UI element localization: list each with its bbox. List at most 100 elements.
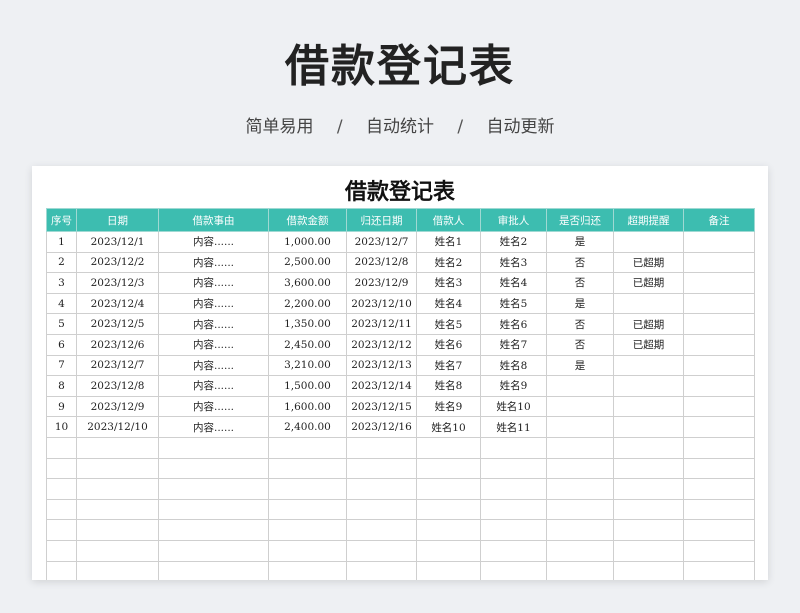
cell-col-return-date[interactable]: 2023/12/15: [346, 395, 417, 418]
cell-col-amount[interactable]: 2,400.00: [268, 416, 347, 438]
cell-col-approver[interactable]: 姓名4: [480, 272, 547, 294]
cell-col-index[interactable]: 7: [46, 354, 77, 377]
cell-col-reason[interactable]: [158, 498, 269, 521]
cell-col-borrower[interactable]: 姓名9: [416, 395, 481, 418]
cell-col-returned[interactable]: [546, 416, 614, 438]
cell-col-overdue[interactable]: [613, 539, 684, 562]
cell-col-reason[interactable]: 内容......: [158, 354, 269, 377]
cell-col-returned[interactable]: [546, 560, 614, 580]
cell-col-return-date[interactable]: [346, 560, 417, 580]
cell-col-overdue[interactable]: [613, 354, 684, 377]
cell-col-remark[interactable]: [683, 313, 755, 335]
cell-col-overdue[interactable]: [613, 560, 684, 580]
cell-col-date[interactable]: 2023/12/4: [76, 292, 159, 315]
cell-col-overdue[interactable]: [613, 231, 684, 253]
cell-col-index[interactable]: 6: [46, 333, 77, 356]
cell-col-reason[interactable]: 内容......: [158, 272, 269, 294]
cell-col-approver[interactable]: 姓名6: [480, 313, 547, 335]
cell-col-remark[interactable]: [683, 498, 755, 521]
cell-col-reason[interactable]: [158, 436, 269, 459]
cell-col-borrower[interactable]: 姓名6: [416, 333, 481, 356]
cell-col-approver[interactable]: [480, 560, 547, 580]
cell-col-return-date[interactable]: [346, 498, 417, 521]
cell-col-reason[interactable]: 内容......: [158, 416, 269, 438]
cell-col-index[interactable]: 10: [46, 416, 77, 438]
cell-col-returned[interactable]: 否: [546, 333, 614, 356]
cell-col-reason[interactable]: 内容......: [158, 375, 269, 397]
cell-col-index[interactable]: 3: [46, 272, 77, 294]
cell-col-index[interactable]: 8: [46, 375, 77, 397]
cell-col-borrower[interactable]: [416, 478, 481, 500]
cell-col-amount[interactable]: [268, 457, 347, 480]
cell-col-borrower[interactable]: 姓名1: [416, 231, 481, 253]
cell-col-reason[interactable]: 内容......: [158, 292, 269, 315]
cell-col-overdue[interactable]: [613, 478, 684, 500]
cell-col-amount[interactable]: 3,600.00: [268, 272, 347, 294]
cell-col-overdue[interactable]: 已超期: [613, 333, 684, 356]
cell-col-return-date[interactable]: [346, 519, 417, 541]
cell-col-approver[interactable]: 姓名3: [480, 251, 547, 274]
cell-col-approver[interactable]: 姓名11: [480, 416, 547, 438]
cell-col-return-date[interactable]: 2023/12/11: [346, 313, 417, 335]
cell-col-borrower[interactable]: [416, 457, 481, 480]
cell-col-returned[interactable]: [546, 375, 614, 397]
cell-col-return-date[interactable]: [346, 539, 417, 562]
cell-col-amount[interactable]: 3,210.00: [268, 354, 347, 377]
cell-col-reason[interactable]: 内容......: [158, 251, 269, 274]
cell-col-overdue[interactable]: [613, 395, 684, 418]
cell-col-remark[interactable]: [683, 519, 755, 541]
cell-col-return-date[interactable]: 2023/12/8: [346, 251, 417, 274]
cell-col-date[interactable]: [76, 436, 159, 459]
cell-col-return-date[interactable]: 2023/12/16: [346, 416, 417, 438]
cell-col-approver[interactable]: 姓名7: [480, 333, 547, 356]
cell-col-remark[interactable]: [683, 478, 755, 500]
cell-col-remark[interactable]: [683, 416, 755, 438]
cell-col-remark[interactable]: [683, 395, 755, 418]
cell-col-index[interactable]: [46, 478, 77, 500]
cell-col-borrower[interactable]: 姓名2: [416, 251, 481, 274]
cell-col-overdue[interactable]: [613, 292, 684, 315]
cell-col-borrower[interactable]: [416, 436, 481, 459]
cell-col-borrower[interactable]: 姓名5: [416, 313, 481, 335]
cell-col-approver[interactable]: 姓名5: [480, 292, 547, 315]
cell-col-return-date[interactable]: [346, 436, 417, 459]
cell-col-remark[interactable]: [683, 375, 755, 397]
cell-col-remark[interactable]: [683, 457, 755, 480]
cell-col-index[interactable]: 5: [46, 313, 77, 335]
cell-col-approver[interactable]: 姓名8: [480, 354, 547, 377]
cell-col-date[interactable]: [76, 560, 159, 580]
cell-col-index[interactable]: 1: [46, 231, 77, 253]
cell-col-remark[interactable]: [683, 292, 755, 315]
cell-col-amount[interactable]: 1,000.00: [268, 231, 347, 253]
cell-col-returned[interactable]: 否: [546, 313, 614, 335]
cell-col-returned[interactable]: [546, 539, 614, 562]
cell-col-overdue[interactable]: 已超期: [613, 313, 684, 335]
cell-col-reason[interactable]: 内容......: [158, 333, 269, 356]
cell-col-amount[interactable]: 2,500.00: [268, 251, 347, 274]
cell-col-overdue[interactable]: [613, 436, 684, 459]
cell-col-remark[interactable]: [683, 251, 755, 274]
cell-col-approver[interactable]: [480, 498, 547, 521]
cell-col-date[interactable]: [76, 457, 159, 480]
cell-col-amount[interactable]: 1,600.00: [268, 395, 347, 418]
cell-col-overdue[interactable]: [613, 498, 684, 521]
cell-col-remark[interactable]: [683, 539, 755, 562]
cell-col-amount[interactable]: 2,450.00: [268, 333, 347, 356]
cell-col-date[interactable]: [76, 498, 159, 521]
cell-col-reason[interactable]: [158, 478, 269, 500]
cell-col-index[interactable]: [46, 498, 77, 521]
cell-col-amount[interactable]: [268, 519, 347, 541]
cell-col-reason[interactable]: [158, 457, 269, 480]
cell-col-index[interactable]: 4: [46, 292, 77, 315]
cell-col-returned[interactable]: 是: [546, 231, 614, 253]
cell-col-returned[interactable]: [546, 498, 614, 521]
cell-col-return-date[interactable]: 2023/12/12: [346, 333, 417, 356]
cell-col-index[interactable]: [46, 457, 77, 480]
cell-col-date[interactable]: 2023/12/7: [76, 354, 159, 377]
cell-col-date[interactable]: 2023/12/3: [76, 272, 159, 294]
cell-col-approver[interactable]: [480, 457, 547, 480]
cell-col-return-date[interactable]: [346, 457, 417, 480]
cell-col-returned[interactable]: 否: [546, 272, 614, 294]
cell-col-reason[interactable]: 内容......: [158, 395, 269, 418]
cell-col-returned[interactable]: [546, 395, 614, 418]
